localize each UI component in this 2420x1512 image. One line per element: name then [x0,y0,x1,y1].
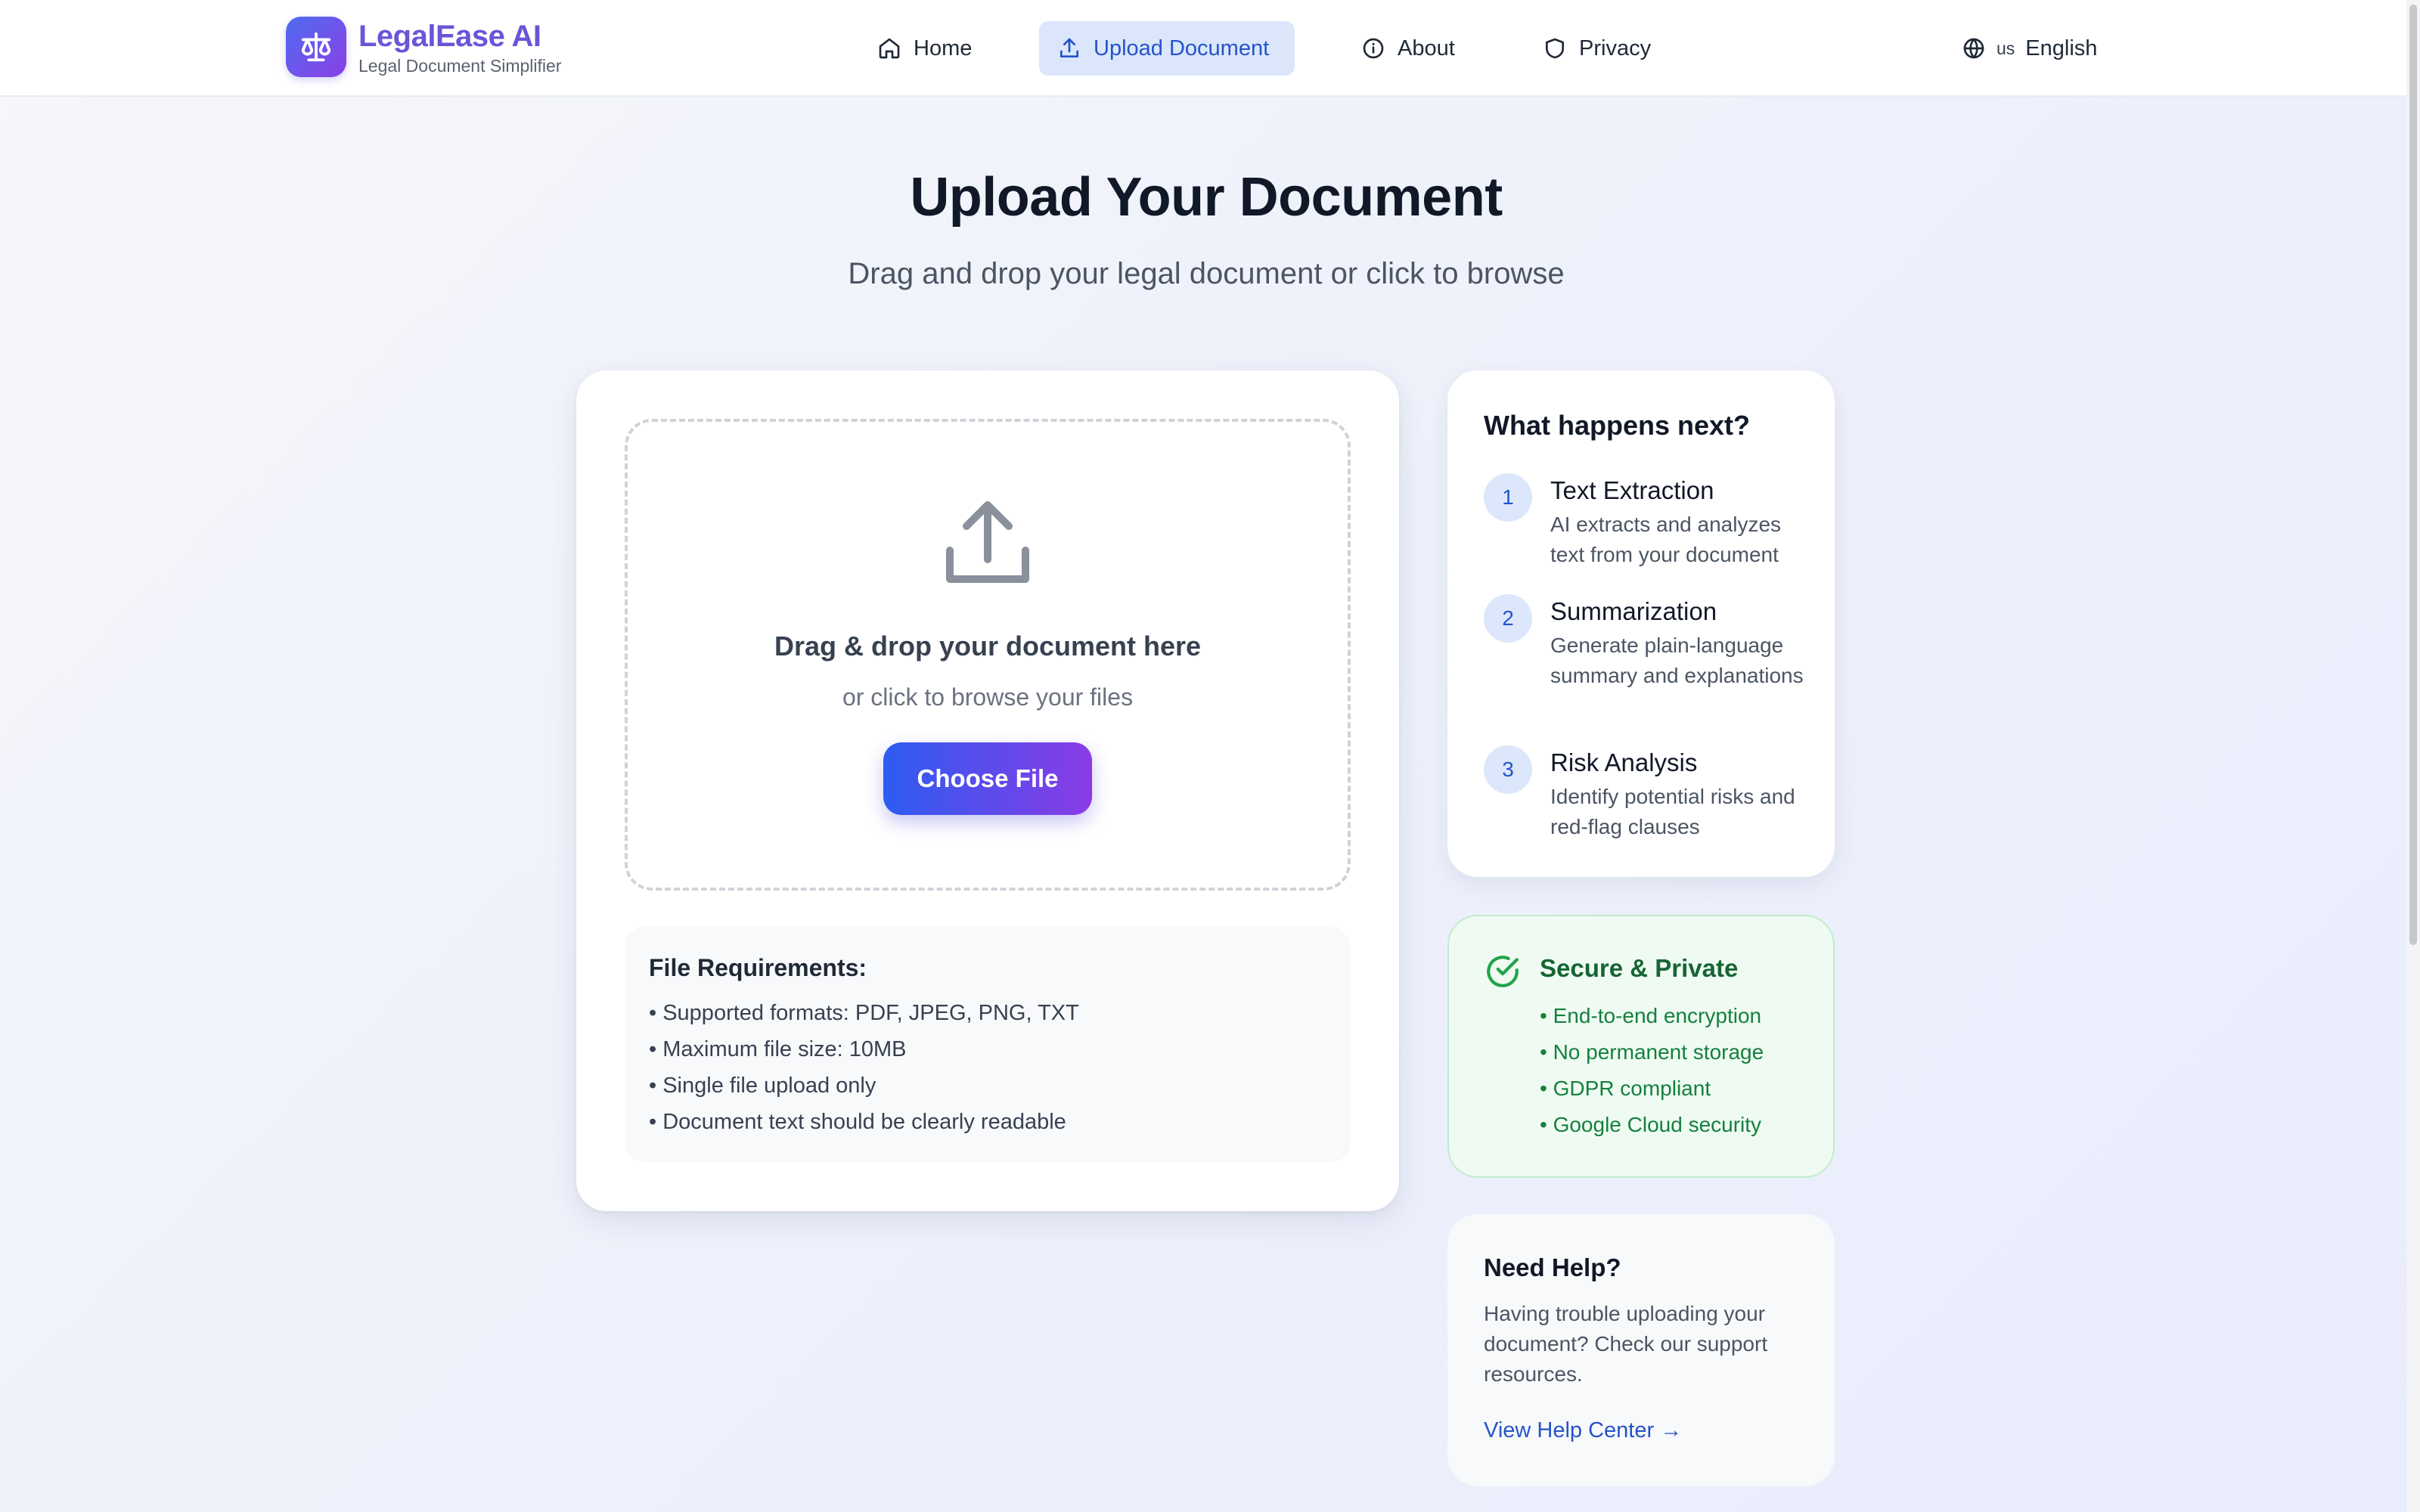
nav-home[interactable]: Home [859,21,990,76]
upload-icon [1060,38,1078,57]
help-center-link[interactable]: View Help Center → [1484,1418,1682,1443]
file-requirements-title: File Requirements: [649,954,867,981]
step-number-badge: 2 [1484,594,1532,643]
step-title: Text Extraction [1550,476,1714,504]
nav-about[interactable]: About [1343,21,1473,76]
globe-icon [1963,38,1984,59]
nav-upload-label: Upload Document [1094,36,1270,60]
check-circle-icon [1487,956,1519,987]
dropzone-subtitle: or click to browse your files [842,683,1134,711]
choose-file-button[interactable]: Choose File [883,742,1092,815]
nav-upload-document[interactable]: Upload Document [1039,21,1295,76]
step-number-badge: 3 [1484,745,1532,794]
step-number-badge: 1 [1484,473,1532,522]
step-description: Identify potential risks and red-flag cl… [1550,785,1795,838]
page: LegalEase AI Legal Document Simplifier H… [0,0,2420,1512]
nav-privacy[interactable]: Privacy [1525,21,1669,76]
page-title: Upload Your Document [910,167,1503,228]
secure-item: • End-to-end encryption [1540,1004,1762,1027]
nav-privacy-label: Privacy [1579,36,1652,60]
nav-home-label: Home [914,36,973,60]
scale-icon[interactable] [286,17,346,77]
nav-about-label: About [1398,36,1455,60]
top-header: LegalEase AI Legal Document Simplifier H… [0,0,2420,97]
language-code: us [1996,38,2015,58]
step-description: Generate plain-language summary and expl… [1550,634,1804,687]
requirement-item: • Maximum file size: 10MB [649,1037,907,1061]
dropzone-title: Drag & drop your document here [774,631,1202,662]
step-title: Risk Analysis [1550,748,1698,776]
upload-icon [946,501,1029,583]
language-label: English [2025,36,2098,60]
help-text: Having trouble uploading your document? … [1484,1302,1768,1386]
secure-title: Secure & Private [1540,954,1739,982]
secure-item: • No permanent storage [1540,1040,1764,1064]
secure-item: • Google Cloud security [1540,1113,1762,1136]
requirement-item: • Single file upload only [649,1074,876,1098]
step-description: AI extracts and analyzes text from your … [1550,513,1782,566]
brand-tagline: Legal Document Simplifier [358,56,562,76]
help-title: Need Help? [1484,1253,1621,1281]
language-selector[interactable]: us English [1962,21,2097,76]
info-icon [1363,38,1384,59]
step-title: Summarization [1550,597,1717,625]
secure-item: • GDPR compliant [1540,1077,1711,1100]
scrollbar-thumb[interactable] [2409,5,2417,945]
home-icon [879,38,900,59]
requirement-item: • Supported formats: PDF, JPEG, PNG, TXT [649,1001,1079,1025]
page-subtitle: Drag and drop your legal document or cli… [848,257,1565,290]
requirement-item: • Document text should be clearly readab… [649,1110,1066,1134]
next-steps-title: What happens next? [1484,410,1751,441]
brand-name[interactable]: LegalEase AI [358,20,541,54]
shield-icon [1546,38,1564,59]
